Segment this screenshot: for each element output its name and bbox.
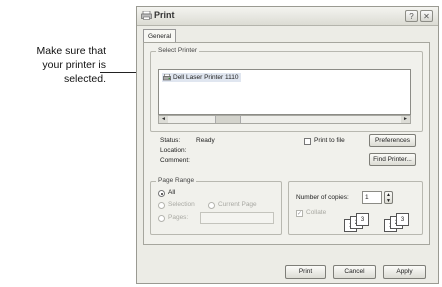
cancel-button[interactable]: Cancel xyxy=(333,265,376,279)
collate-icon: 1 2 3 xyxy=(344,213,374,233)
print-dialog: Print ? ✕ General Select Printer Dell La… xyxy=(136,6,439,284)
pages-label: Pages: xyxy=(168,214,189,221)
current-page-radio[interactable] xyxy=(208,202,215,209)
copies-input[interactable]: 1 xyxy=(362,191,382,204)
selection-radio[interactable] xyxy=(158,202,165,209)
printer-icon xyxy=(163,73,171,81)
print-to-file-checkbox[interactable] xyxy=(304,138,311,145)
printer-list-scrollbar[interactable]: ◄ ► xyxy=(158,115,411,124)
all-radio[interactable] xyxy=(158,190,165,197)
help-button[interactable]: ? xyxy=(405,10,418,22)
callout-line-1: Make sure that xyxy=(36,45,106,57)
print-to-file-label: Print to file xyxy=(314,137,345,144)
select-printer-label: Select Printer xyxy=(156,47,200,54)
location-label: Location: xyxy=(160,147,187,154)
all-label: All xyxy=(168,189,176,196)
stepper-down-icon[interactable]: ▼ xyxy=(386,198,391,204)
callout-line-3: selected. xyxy=(63,73,106,85)
scroll-right-button[interactable]: ► xyxy=(401,116,410,123)
find-printer-button[interactable]: Find Printer... xyxy=(369,153,416,166)
title-bar: Print ? ✕ xyxy=(137,7,438,26)
collate-checkbox[interactable]: ✓ xyxy=(296,210,303,217)
apply-button[interactable]: Apply xyxy=(383,265,426,279)
status-label: Status: xyxy=(160,137,181,144)
pages-radio[interactable] xyxy=(158,215,165,222)
printer-list[interactable]: Dell Laser Printer 1110 xyxy=(158,69,411,115)
printer-icon xyxy=(141,11,152,20)
selection-label: Selection xyxy=(168,201,195,208)
close-button[interactable]: ✕ xyxy=(420,10,433,22)
preferences-button[interactable]: Preferences xyxy=(369,134,416,147)
printer-name: Dell Laser Printer 1110 xyxy=(173,74,239,81)
current-page-label: Current Page xyxy=(218,201,257,208)
scroll-thumb[interactable] xyxy=(215,116,241,123)
copies-stepper[interactable]: ▲ ▼ xyxy=(384,191,393,204)
pages-input[interactable] xyxy=(200,212,274,224)
general-panel: Select Printer Dell Laser Printer 1110 ◄… xyxy=(143,42,430,245)
printer-item[interactable]: Dell Laser Printer 1110 xyxy=(162,73,241,82)
callout-text: Make sure that your printer is selected. xyxy=(2,44,106,86)
page-range-label: Page Range xyxy=(156,177,197,184)
copies-label: Number of copies: xyxy=(296,194,349,201)
print-button[interactable]: Print xyxy=(285,265,326,279)
dialog-title: Print xyxy=(154,10,175,20)
collate-label: Collate xyxy=(306,209,327,216)
collate-icon: 1 2 3 xyxy=(384,213,414,233)
status-value: Ready xyxy=(196,137,215,144)
comment-label: Comment: xyxy=(160,157,190,164)
scroll-left-button[interactable]: ◄ xyxy=(159,116,168,123)
callout-line-2: your printer is xyxy=(42,59,106,71)
